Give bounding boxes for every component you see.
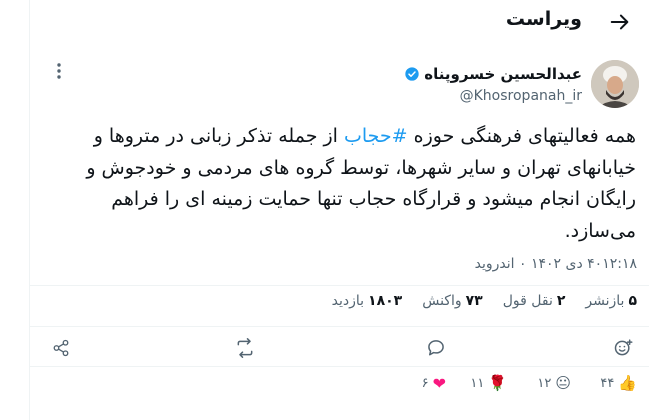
stat-value: ۲	[556, 293, 566, 309]
add-reaction-icon	[614, 339, 633, 356]
repost-icon	[237, 338, 253, 358]
back-button[interactable]	[605, 7, 635, 37]
author-name[interactable]: عبدالحسین خسروپناه	[404, 65, 582, 83]
stat-reposts[interactable]: ۵بازنشر	[585, 293, 637, 309]
page-title: ویراست	[505, 8, 582, 30]
tweet-text-start: همه فعالیتهای فرهنگی حوزه	[407, 125, 636, 147]
divider	[29, 285, 649, 286]
add-reaction-button[interactable]	[611, 336, 635, 360]
stat-reactions[interactable]: ۷۳واکنش	[422, 293, 482, 309]
author-name-text: عبدالحسین خسروپناه	[424, 65, 582, 83]
reaction-rose[interactable]: ۱۱ 🌹	[470, 374, 507, 392]
author-handle[interactable]: @Khosropanah_ir	[460, 88, 582, 104]
more-vertical-icon	[57, 63, 61, 79]
avatar[interactable]	[591, 60, 639, 108]
hashtag-link[interactable]: #حجاب	[344, 125, 408, 147]
heart-icon: ❤	[432, 374, 446, 393]
avatar-image	[591, 60, 639, 108]
tweet-stats: ۵بازنشر ۲نقل قول ۷۳واکنش ۱۸۰۳بازدید	[332, 293, 637, 309]
tweet-timestamp[interactable]: ۴۰۱۲:۱۸ دی ۱۴۰۲ ۰ اندروید	[475, 256, 637, 272]
reactions-row: ۴۴ 👍 ۱۲ 😐 ۱۱ 🌹 ۶ ❤	[29, 372, 649, 400]
reaction-count: ۶	[421, 376, 429, 391]
reply-button[interactable]	[424, 336, 448, 360]
stat-label: واکنش	[422, 293, 462, 309]
rose-icon: 🌹	[488, 374, 507, 392]
stat-views: ۱۸۰۳بازدید	[332, 293, 403, 309]
tweet-text: همه فعالیتهای فرهنگی حوزه #حجاب از جمله …	[40, 121, 636, 247]
repost-button[interactable]	[233, 336, 257, 360]
stat-label: نقل قول	[502, 293, 553, 309]
tweet-view: ویراست عبدالحسین خسروپناه @Khosropanah_i…	[0, 0, 649, 420]
page-header: ویراست	[29, 0, 649, 46]
reaction-count: ۱۲	[537, 375, 552, 391]
stat-value: ۷۳	[465, 293, 483, 309]
share-button[interactable]	[49, 336, 73, 360]
stat-label: بازنشر	[585, 293, 625, 309]
reply-icon	[428, 340, 444, 356]
reaction-count: ۱۱	[470, 375, 485, 391]
share-icon	[53, 339, 69, 357]
neutral-face-icon: 😐	[555, 374, 571, 392]
stat-label: بازدید	[331, 293, 365, 309]
reaction-like[interactable]: ۴۴ 👍	[600, 374, 637, 392]
arrow-right-icon	[610, 14, 629, 30]
divider	[29, 326, 649, 327]
reaction-neutral[interactable]: ۱۲ 😐	[537, 374, 571, 392]
more-options-button[interactable]	[49, 61, 69, 81]
verified-badge-icon	[405, 67, 419, 81]
divider	[29, 366, 649, 367]
stat-value: ۵	[628, 293, 637, 309]
reaction-heart[interactable]: ۶ ❤	[422, 374, 446, 393]
stat-quotes[interactable]: ۲نقل قول	[503, 293, 566, 309]
reaction-count: ۴۴	[600, 375, 615, 391]
author-row: عبدالحسین خسروپناه @Khosropanah_ir	[29, 58, 649, 110]
action-bar	[29, 334, 649, 364]
thumbs-up-icon: 👍	[618, 374, 637, 392]
stat-value: ۱۸۰۳	[368, 293, 403, 309]
